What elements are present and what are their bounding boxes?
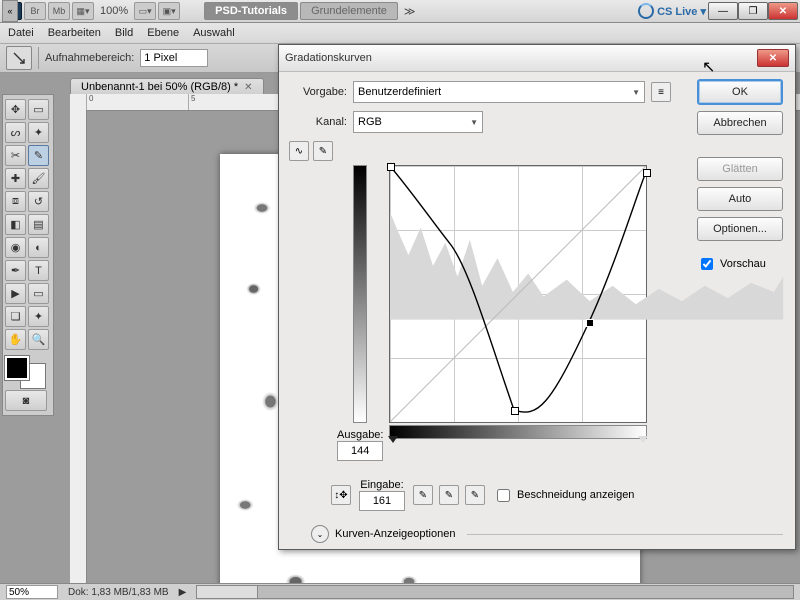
output-gradient <box>353 165 367 423</box>
curve-point[interactable] <box>387 163 395 171</box>
white-slider[interactable] <box>638 436 648 443</box>
preset-value: Benutzerdefiniert <box>358 86 441 98</box>
display-options-label: Kurven-Anzeigeoptionen <box>335 528 455 540</box>
gradient-tool-icon[interactable]: ▤ <box>28 214 49 235</box>
ruler-vertical[interactable] <box>70 110 87 584</box>
minibridge-icon[interactable]: Mb <box>48 2 70 20</box>
output-label: Ausgabe: <box>337 429 383 441</box>
healing-tool-icon[interactable]: ✚ <box>5 168 26 189</box>
input-label-text: Eingabe: <box>359 479 405 491</box>
wand-tool-icon[interactable]: ✦ <box>28 122 49 143</box>
lasso-tool-icon[interactable]: ᔕ <box>5 122 26 143</box>
status-arrow-icon[interactable]: ▶ <box>179 587 187 598</box>
preset-menu-icon[interactable]: ≡ <box>651 82 671 102</box>
expand-options-icon[interactable]: ⌄ <box>311 525 329 543</box>
preset-dropdown[interactable]: Benutzerdefiniert▼ <box>353 81 645 103</box>
pen-tool-icon[interactable]: ✒ <box>5 260 26 281</box>
workspace-tab-basic[interactable]: Grundelemente <box>300 2 398 20</box>
collapse-handle[interactable]: « <box>2 0 18 22</box>
channel-value: RGB <box>358 116 382 128</box>
eyedropper-tool-icon[interactable]: ✎ <box>28 145 49 166</box>
channel-dropdown[interactable]: RGB▼ <box>353 111 483 133</box>
menu-auswahl[interactable]: Auswahl <box>193 27 235 39</box>
menu-bar: Datei Bearbeiten Bild Ebene Auswahl <box>0 23 800 44</box>
view-extras-icon[interactable]: ▦▾ <box>72 2 94 20</box>
dialog-close-icon[interactable]: ✕ <box>757 49 789 67</box>
shape-tool-icon[interactable]: ▭ <box>28 283 49 304</box>
window-maximize[interactable]: ❐ <box>738 2 768 20</box>
stamp-tool-icon[interactable]: ⧈ <box>5 191 26 212</box>
dodge-tool-icon[interactable]: ◐ <box>28 237 49 258</box>
tools-panel: ✥ ▭ ᔕ ✦ ✂ ✎ ✚ 🖌 ⧈ ↺ ◧ ▤ ◉ ◐ ✒ T ▶ ▭ ❏ ✦ … <box>2 94 54 416</box>
black-eyedropper-icon[interactable]: ✎ <box>413 485 433 505</box>
sample-size-label: Aufnahmebereich: <box>45 52 134 64</box>
curve-path <box>390 166 646 422</box>
zoom-value[interactable]: 100% <box>96 5 132 17</box>
3d-camera-icon[interactable]: ✦ <box>28 306 49 327</box>
document-tab-label: Unbenannt-1 bei 50% (RGB/8) * <box>81 81 238 93</box>
close-tab-icon[interactable]: ✕ <box>244 82 252 93</box>
gray-eyedropper-icon[interactable]: ✎ <box>439 485 459 505</box>
sample-size-input[interactable] <box>140 49 208 67</box>
curve-point[interactable] <box>511 407 519 415</box>
clipping-label: Beschneidung anzeigen <box>517 489 634 501</box>
quickmask-icon[interactable]: ◙ <box>5 390 47 411</box>
workspace-tab-tutorials[interactable]: PSD-Tutorials <box>204 2 298 20</box>
curves-dialog: Gradationskurven ✕ OK Abbrechen Glätten … <box>278 44 796 550</box>
preset-label: Vorgabe: <box>291 86 347 98</box>
output-field[interactable] <box>337 441 383 461</box>
hand-tool-icon[interactable]: ✋ <box>5 329 26 350</box>
more-workspaces[interactable]: ≫ <box>400 5 420 18</box>
curve-point-active[interactable] <box>586 319 594 327</box>
crop-tool-icon[interactable]: ✂ <box>5 145 26 166</box>
status-doc-info: Dok: 1,83 MB/1,83 MB <box>68 587 169 598</box>
dialog-title: Gradationskurven <box>285 52 757 64</box>
ok-button[interactable]: OK <box>697 79 783 105</box>
status-zoom-input[interactable] <box>6 585 58 599</box>
cancel-button[interactable]: Abbrechen <box>697 111 783 135</box>
move-tool-icon[interactable]: ✥ <box>5 99 26 120</box>
ruler-corner[interactable] <box>70 94 87 111</box>
bridge-icon[interactable]: Br <box>24 2 46 20</box>
black-slider[interactable] <box>388 436 398 443</box>
eraser-tool-icon[interactable]: ◧ <box>5 214 26 235</box>
color-swatches[interactable] <box>5 356 45 388</box>
status-bar: Dok: 1,83 MB/1,83 MB ▶ <box>0 583 800 600</box>
screenmode-icon[interactable]: ▣▾ <box>158 2 180 20</box>
app-bar: Ps Br Mb ▦▾ 100% ▭▾ ▣▾ PSD-Tutorials Gru… <box>0 0 800 23</box>
cslive-menu[interactable]: CS Live ▾ <box>638 3 706 19</box>
zoom-tool-icon[interactable]: 🔍 <box>28 329 49 350</box>
marquee-tool-icon[interactable]: ▭ <box>28 99 49 120</box>
window-close[interactable]: ✕ <box>768 2 798 20</box>
curves-graph[interactable] <box>389 165 647 423</box>
curve-point[interactable] <box>643 169 651 177</box>
current-tool-icon[interactable] <box>6 46 32 70</box>
3d-tool-icon[interactable]: ❏ <box>5 306 26 327</box>
dialog-titlebar[interactable]: Gradationskurven ✕ <box>279 45 795 72</box>
target-adjust-icon[interactable]: ↕✥ <box>331 485 351 505</box>
history-brush-icon[interactable]: ↺ <box>28 191 49 212</box>
document-tab[interactable]: Unbenannt-1 bei 50% (RGB/8) * ✕ <box>70 78 264 95</box>
pencil-mode-icon[interactable]: ✎ <box>313 141 333 161</box>
type-tool-icon[interactable]: T <box>28 260 49 281</box>
menu-bearbeiten[interactable]: Bearbeiten <box>48 27 101 39</box>
blur-tool-icon[interactable]: ◉ <box>5 237 26 258</box>
channel-label: Kanal: <box>291 116 347 128</box>
menu-ebene[interactable]: Ebene <box>147 27 179 39</box>
menu-datei[interactable]: Datei <box>8 27 34 39</box>
input-field[interactable] <box>359 491 405 511</box>
fg-swatch[interactable] <box>5 356 29 380</box>
curve-mode-icon[interactable]: ∿ <box>289 141 309 161</box>
white-eyedropper-icon[interactable]: ✎ <box>465 485 485 505</box>
path-select-icon[interactable]: ▶ <box>5 283 26 304</box>
menu-bild[interactable]: Bild <box>115 27 133 39</box>
window-minimize[interactable]: — <box>708 2 738 20</box>
input-gradient <box>389 425 647 439</box>
brush-tool-icon[interactable]: 🖌 <box>28 168 49 189</box>
clipping-checkbox[interactable] <box>497 489 510 502</box>
h-scrollbar[interactable] <box>196 585 794 599</box>
arrange-icon[interactable]: ▭▾ <box>134 2 156 20</box>
